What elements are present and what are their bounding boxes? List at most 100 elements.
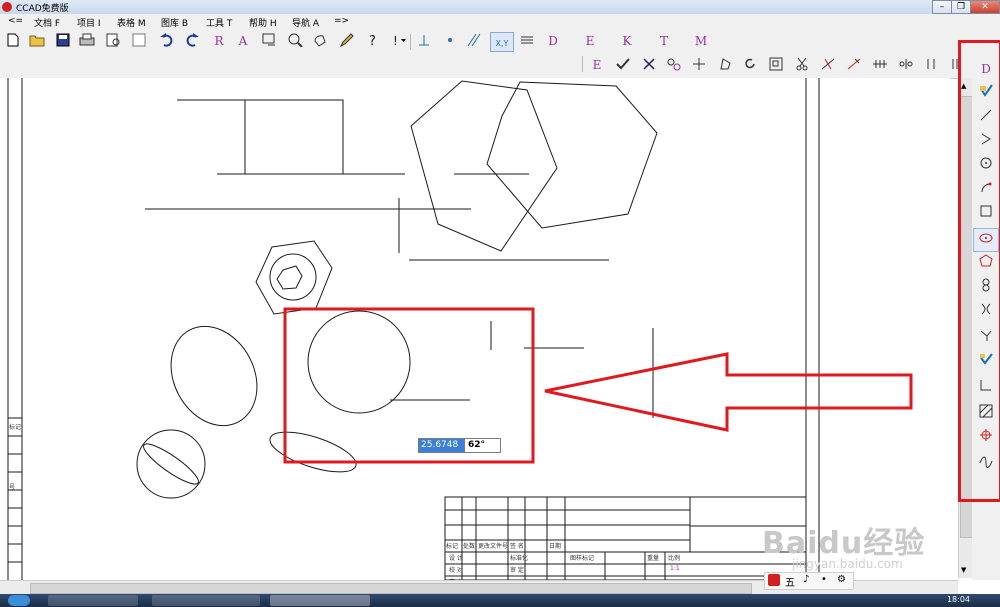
scale-box-icon[interactable]	[767, 56, 785, 74]
layers-icon[interactable]	[518, 32, 536, 50]
move-icon[interactable]	[690, 56, 708, 74]
small-circle	[136, 429, 206, 499]
all-a-button[interactable]: A	[234, 32, 252, 50]
inner-ellipse	[143, 443, 199, 485]
horizontal-scroll-thumb[interactable]	[30, 583, 752, 594]
draw-tool-panel: D	[958, 40, 1000, 580]
heptagon-shape	[486, 81, 658, 229]
rotate-icon[interactable]	[741, 56, 759, 74]
m-dropdown-button[interactable]: M	[692, 32, 710, 50]
check-edit-icon[interactable]	[614, 56, 632, 74]
title-bar: CCAD免费版 – ❐ ✕	[0, 0, 1000, 14]
pan-hand-icon[interactable]	[311, 32, 329, 50]
new-file-icon[interactable]	[4, 32, 22, 50]
app-logo-icon	[2, 2, 12, 12]
ellipse-b	[269, 431, 357, 473]
window-title: CCAD免费版	[16, 4, 69, 14]
divide-icon[interactable]	[871, 56, 889, 74]
point-snap-icon[interactable]	[441, 32, 459, 50]
k-dropdown-button[interactable]: K	[618, 32, 636, 50]
copy-nodes-icon[interactable]	[665, 56, 683, 74]
d-dropdown-button[interactable]: D	[544, 32, 562, 50]
menu-library[interactable]: 图库 B	[161, 16, 188, 29]
save-icon[interactable]	[54, 32, 72, 50]
xy-label: X,Y	[495, 39, 509, 48]
menu-table[interactable]: 表格 M	[117, 16, 146, 29]
taskbar-clock: 18:04	[946, 595, 970, 604]
zoom-icon[interactable]	[286, 32, 304, 50]
angle-input[interactable]: 62°	[464, 438, 501, 453]
e-dropdown-button[interactable]: E	[581, 32, 599, 50]
offset-icon[interactable]	[922, 56, 940, 74]
info-dropdown-icon[interactable]: !	[390, 32, 408, 50]
print-preview-icon[interactable]	[105, 32, 123, 50]
help-question-icon[interactable]: ?	[364, 32, 382, 50]
parallel-icon[interactable]	[465, 32, 483, 50]
panel-highlight-frame	[958, 40, 1000, 502]
fillet-icon[interactable]	[845, 56, 863, 74]
pencil-icon[interactable]	[338, 32, 356, 50]
zoom-window-icon[interactable]	[260, 32, 278, 50]
undo-icon[interactable]	[158, 32, 176, 50]
title-block-frame	[444, 496, 807, 580]
side-label-mark: 标记	[9, 424, 22, 431]
print-icon[interactable]	[78, 32, 96, 50]
menu-tools[interactable]: 工具 T	[206, 16, 232, 29]
svg-text:?: ?	[369, 34, 376, 47]
perpendicular-icon[interactable]	[415, 32, 433, 50]
drawing-canvas[interactable]: 标记 号 标记 处数 更改文件号 签 名 日期 设 计 标准化 审 定 校 对 …	[0, 78, 950, 586]
mirror-icon[interactable]	[897, 56, 915, 74]
length-input[interactable]: 25.6748	[418, 438, 466, 453]
menu-help[interactable]: 帮助 H	[249, 16, 277, 29]
ellipse-a	[170, 325, 258, 427]
side-label-number: 号	[9, 484, 16, 491]
tb-label-count: 处数	[463, 543, 476, 550]
trim-scissors-icon[interactable]	[793, 56, 811, 74]
tb-label-signature: 签 名	[510, 543, 524, 550]
ime-dot-icon[interactable]: •	[821, 574, 827, 585]
tb-label-mark: 标记	[446, 543, 459, 550]
redo-icon[interactable]	[183, 32, 201, 50]
tb-label-weight: 重量	[647, 555, 660, 562]
main-toolbar: R A ? ! X,Y D ▼ E ▼ K ▼ T ▼ M ▼	[0, 30, 1000, 75]
taskbar-item-ccad[interactable]	[270, 595, 370, 606]
bracket-shape	[177, 99, 405, 175]
menu-forward[interactable]: =>	[334, 16, 349, 26]
taskbar-item-explorer[interactable]	[152, 595, 260, 606]
ime-wubi-label[interactable]: 五	[785, 574, 795, 589]
hexagon-shape	[410, 80, 558, 252]
nut-outer-hexagon	[255, 240, 333, 315]
extend-icon[interactable]	[819, 56, 837, 74]
drawing-svg	[7, 78, 913, 580]
open-folder-icon[interactable]	[28, 32, 46, 50]
tb-scale-value: 1:1	[670, 565, 680, 572]
annotation-arrow	[544, 352, 913, 432]
xy-coordinate-toggle[interactable]: X,Y	[490, 32, 514, 52]
start-button[interactable]	[8, 595, 30, 606]
title-block-columns	[461, 497, 691, 580]
taskbar: 18:04	[0, 594, 1000, 607]
large-circle	[307, 310, 411, 414]
menu-navigate[interactable]: 导航 A	[292, 16, 319, 29]
menu-document[interactable]: 文档 F	[34, 16, 60, 29]
scroll-down-icon[interactable]: ▼	[961, 566, 966, 574]
rotate-shape-icon[interactable]	[716, 56, 734, 74]
delete-x-icon[interactable]	[640, 56, 658, 74]
edit-e-button[interactable]: E	[588, 56, 606, 74]
ime-music-icon[interactable]: ♪	[803, 574, 809, 585]
t-dropdown-button[interactable]: T	[655, 32, 673, 50]
tb-label-scale: 比例	[668, 555, 681, 562]
taskbar-item-browser[interactable]	[48, 595, 138, 606]
menu-project[interactable]: 项目 I	[77, 16, 101, 29]
close-button[interactable]: ✕	[970, 0, 1000, 14]
tb-label-change-doc: 更改文件号	[478, 543, 509, 550]
ime-settings-icon[interactable]: ⚙	[837, 574, 846, 585]
minimize-button[interactable]: –	[932, 0, 952, 14]
blank-box-icon[interactable]	[130, 32, 148, 50]
ime-logo-icon[interactable]	[768, 574, 780, 586]
maximize-button[interactable]: ❐	[951, 0, 971, 14]
nut-inner-hexagon	[276, 265, 303, 290]
redraw-r-button[interactable]: R	[210, 32, 228, 50]
tb-label-drawing-mark: 图样标记	[570, 555, 595, 562]
menu-back[interactable]: <=	[8, 16, 23, 26]
